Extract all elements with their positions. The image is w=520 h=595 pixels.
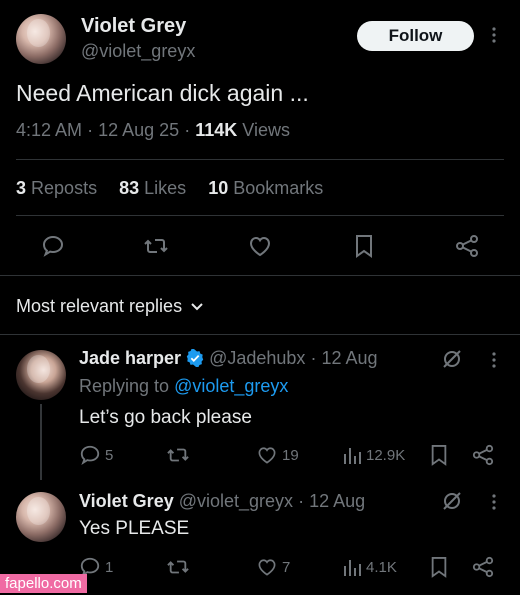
meta-separator: · xyxy=(184,120,191,140)
post-date[interactable]: 12 Aug 25 xyxy=(98,120,179,140)
reposts-count: 3 xyxy=(16,178,27,198)
views-icon xyxy=(342,556,362,578)
like-icon xyxy=(256,556,278,578)
replies-sort-dropdown[interactable]: Most relevant replies xyxy=(16,296,204,317)
bookmarks-label: Bookmarks xyxy=(233,178,324,198)
replies-header: Most relevant replies xyxy=(16,296,183,316)
reposts-stat[interactable]: 3 Reposts xyxy=(16,178,97,198)
bookmarks-stat[interactable]: 10 Bookmarks xyxy=(208,178,323,198)
like-icon[interactable] xyxy=(247,234,273,258)
reply-icon xyxy=(79,444,101,466)
share-icon[interactable] xyxy=(454,234,480,258)
divider xyxy=(16,159,504,160)
reply-date[interactable]: 12 Aug xyxy=(321,348,377,368)
repost-icon xyxy=(166,444,190,466)
reply-header: Jade harper @Jadehubx · 12 Aug xyxy=(79,348,378,372)
post-text: Need American dick again ... xyxy=(16,80,309,106)
likes-label: Likes xyxy=(144,178,187,198)
reply-author-handle[interactable]: @Jadehubx xyxy=(209,348,305,368)
reply-icon[interactable] xyxy=(41,234,65,258)
bookmark-icon[interactable] xyxy=(429,444,449,466)
views-count: 114K xyxy=(195,120,238,140)
reply-like-button[interactable]: 19 xyxy=(256,444,299,466)
divider xyxy=(0,334,520,335)
post-time[interactable]: 4:12 AM xyxy=(16,120,82,140)
reply-avatar[interactable] xyxy=(16,350,66,400)
divider xyxy=(16,215,504,216)
repost-icon xyxy=(166,556,190,578)
view-count: 4.1K xyxy=(366,558,397,576)
meta-separator: · xyxy=(87,120,94,140)
grok-icon[interactable] xyxy=(441,348,463,370)
replying-to: Replying to @violet_greyx xyxy=(79,376,288,397)
share-icon[interactable] xyxy=(471,444,495,466)
like-count: 7 xyxy=(282,558,291,576)
replying-to-link[interactable]: @violet_greyx xyxy=(174,376,288,396)
reply-date[interactable]: 12 Aug xyxy=(309,491,365,511)
reply-comment-button[interactable]: 5 xyxy=(79,444,113,466)
meta-separator: · xyxy=(310,348,317,368)
bookmark-icon[interactable] xyxy=(353,234,375,258)
reply-views-button[interactable]: 4.1K xyxy=(342,556,397,578)
watermark: fapello.com xyxy=(0,574,87,593)
comment-count: 1 xyxy=(105,558,114,576)
thread-line xyxy=(40,404,42,480)
reposts-label: Reposts xyxy=(31,178,98,198)
grok-icon[interactable] xyxy=(441,490,463,512)
like-icon xyxy=(256,444,278,466)
more-options-icon[interactable] xyxy=(490,26,498,47)
bookmarks-count: 10 xyxy=(208,178,229,198)
author-name[interactable]: Violet Grey xyxy=(81,15,186,38)
reply-more-options-icon[interactable] xyxy=(490,493,498,516)
share-icon[interactable] xyxy=(471,556,495,578)
reply-like-button[interactable]: 7 xyxy=(256,556,290,578)
repost-icon[interactable] xyxy=(143,234,169,258)
like-count: 19 xyxy=(282,446,299,464)
reply-repost-button[interactable] xyxy=(166,444,190,466)
divider xyxy=(0,275,520,276)
follow-button[interactable]: Follow xyxy=(357,21,474,51)
author-handle[interactable]: @violet_greyx xyxy=(81,41,195,62)
chevron-down-icon xyxy=(190,302,204,312)
meta-separator: · xyxy=(298,491,305,511)
reply-author-name[interactable]: Violet Grey xyxy=(79,491,174,511)
reply-views-button[interactable]: 12.9K xyxy=(342,444,405,466)
likes-count: 83 xyxy=(119,178,140,198)
reply-author-name[interactable]: Jade harper xyxy=(79,348,181,368)
replying-to-label: Replying to xyxy=(79,376,170,396)
reply-text: Yes PLEASE xyxy=(79,518,190,539)
views-icon xyxy=(342,444,362,466)
author-avatar[interactable] xyxy=(16,14,66,64)
views-label: Views xyxy=(242,120,290,140)
reply-more-options-icon[interactable] xyxy=(490,351,498,374)
reply-avatar[interactable] xyxy=(16,492,66,542)
reply-repost-button[interactable] xyxy=(166,556,190,578)
reply-author-handle[interactable]: @violet_greyx xyxy=(179,491,293,511)
bookmark-icon[interactable] xyxy=(429,556,449,578)
verified-badge-icon xyxy=(186,348,204,372)
likes-stat[interactable]: 83 Likes xyxy=(119,178,186,198)
post-meta: 4:12 AM · 12 Aug 25 · 114K Views xyxy=(16,120,290,141)
reply-header: Violet Grey @violet_greyx · 12 Aug xyxy=(79,491,365,512)
comment-count: 5 xyxy=(105,446,114,464)
post-stats: 3 Reposts 83 Likes 10 Bookmarks xyxy=(16,178,323,199)
view-count: 12.9K xyxy=(366,446,406,464)
reply-text: Let’s go back please xyxy=(79,407,252,428)
